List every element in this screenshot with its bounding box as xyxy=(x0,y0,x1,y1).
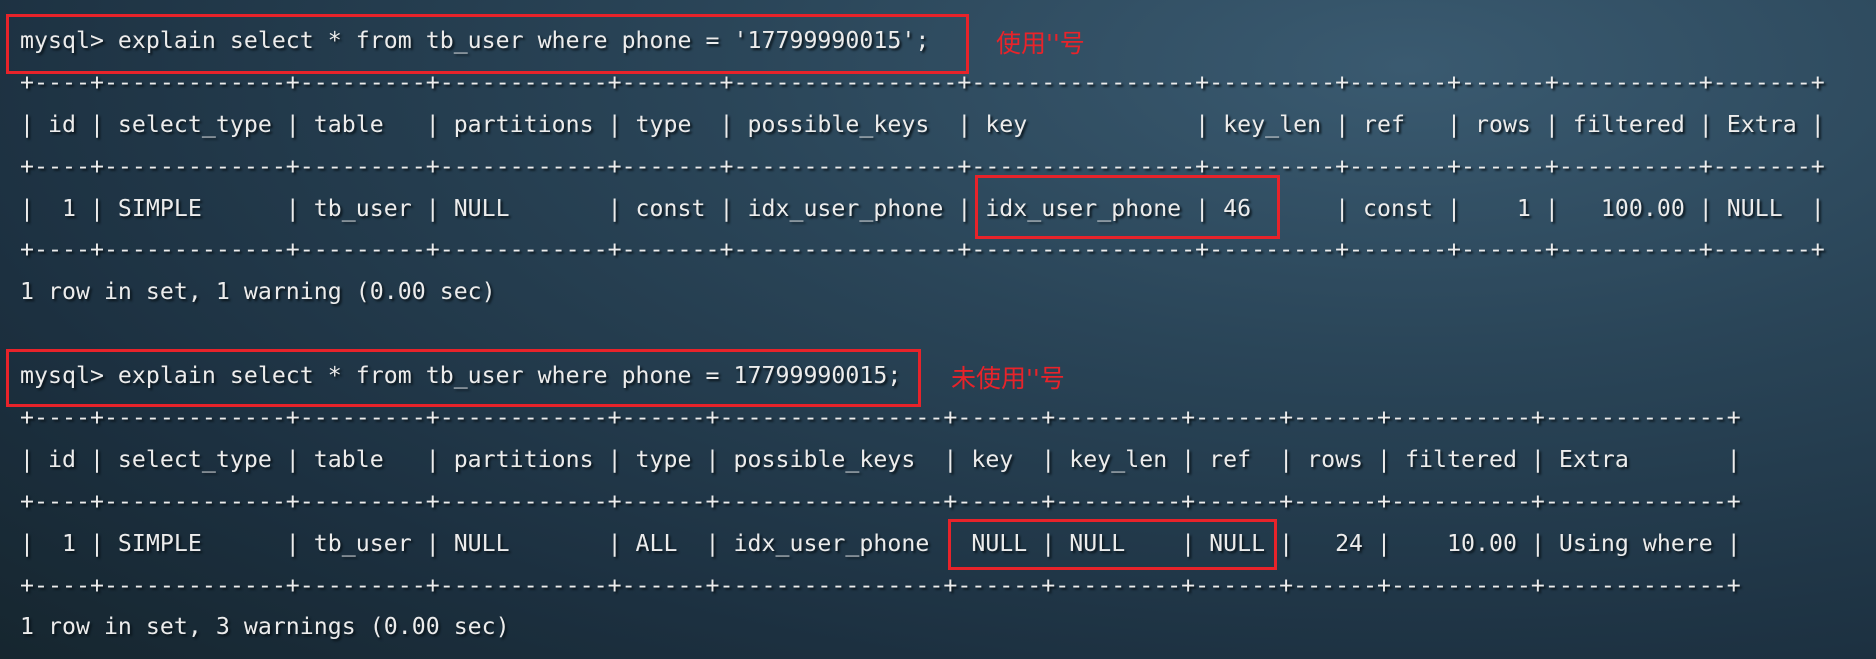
annotation-quoted: 使用''号 xyxy=(996,29,1085,58)
table-2-border: +----+-------------+---------+----------… xyxy=(20,487,1741,515)
result-1-summary: 1 row in set, 1 warning (0.00 sec) xyxy=(20,278,496,306)
result-2-summary: 1 row in set, 3 warnings (0.00 sec) xyxy=(20,613,510,641)
table-1-border: +----+-------------+---------+----------… xyxy=(20,152,1825,180)
terminal-output: mysql> explain select * from tb_user whe… xyxy=(20,20,1825,648)
table-1-header: | id | select_type | table | partitions … xyxy=(20,110,1825,138)
table-2-header: | id | select_type | table | partitions … xyxy=(20,445,1741,473)
table-1-border: +----+-------------+---------+----------… xyxy=(20,236,1825,264)
table-1-row: | 1 | SIMPLE | tb_user | NULL | const | … xyxy=(20,194,1825,222)
highlight-key-result-1 xyxy=(975,175,1280,239)
highlight-query-1 xyxy=(6,14,969,74)
table-2-row: | 1 | SIMPLE | tb_user | NULL | ALL | id… xyxy=(20,529,1741,557)
highlight-query-2 xyxy=(6,349,921,407)
highlight-key-result-2 xyxy=(948,519,1277,570)
annotation-unquoted: 未使用''号 xyxy=(951,364,1065,393)
table-2-border: +----+-------------+---------+----------… xyxy=(20,571,1741,599)
